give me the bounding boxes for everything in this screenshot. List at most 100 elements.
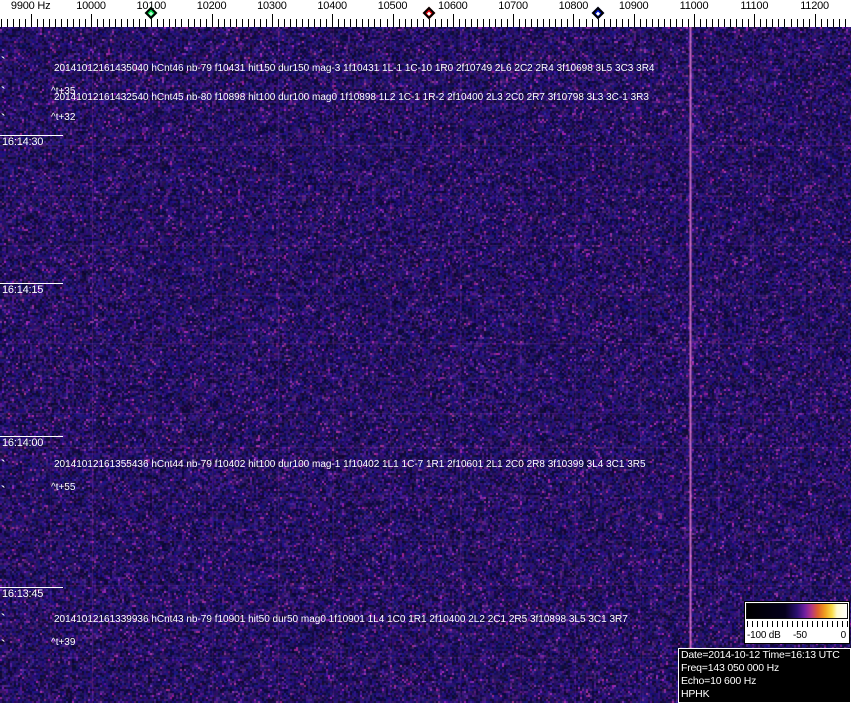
marker-blue-diamond-icon[interactable]: [591, 6, 604, 20]
freq-tick: [332, 14, 334, 27]
freq-tick: [573, 14, 575, 27]
marker-red-diamond-icon[interactable]: [422, 6, 436, 20]
freq-tick: [36, 19, 38, 27]
freq-tick: [42, 19, 44, 27]
freq-tick: [561, 19, 563, 27]
edge-tick: `: [1, 611, 6, 626]
freq-tick: [452, 14, 454, 27]
freq-tick: [814, 14, 816, 27]
freq-tick: [91, 14, 92, 27]
freq-tick: [320, 19, 322, 27]
freq-tick: [18, 19, 20, 27]
freq-tick: [464, 19, 466, 27]
freq-tick: [265, 19, 267, 27]
scale-tick: [792, 621, 793, 627]
echo-detection-text: 20141012161339936 hCnt43 nb-79 f10901 hi…: [54, 614, 628, 625]
freq-tick: [694, 14, 695, 27]
freq-tick: [296, 19, 297, 27]
freq-tick: [681, 19, 683, 27]
freq-tick: [302, 19, 303, 27]
scale-tick: [827, 621, 828, 627]
freq-tick: [163, 19, 165, 27]
freq-tick: [338, 19, 340, 27]
freq-tick: [380, 19, 382, 27]
freq-tick: [115, 19, 117, 27]
freq-label: 9900 Hz: [10, 0, 51, 12]
freq-tick: [772, 19, 774, 27]
freq-tick: [235, 19, 237, 27]
time-offset-label: ^t+55: [51, 482, 76, 493]
edge-tick: `: [1, 637, 6, 652]
freq-tick: [103, 19, 105, 27]
freq-tick: [796, 19, 798, 27]
freq-tick: [284, 19, 285, 27]
echo-detection-text: 20141012161435040 hCnt46 nb-79 f10431 hi…: [54, 63, 655, 74]
freq-tick: [742, 19, 744, 27]
freq-tick: [175, 19, 177, 27]
scale-label-min: -100 dB: [747, 630, 781, 641]
freq-tick: [374, 19, 376, 27]
freq-tick: [748, 19, 750, 27]
freq-tick: [501, 19, 502, 27]
freq-tick: [507, 19, 509, 27]
spectrogram-waterfall-display: [0, 27, 851, 703]
time-label: 16:14:30: [2, 136, 44, 148]
freq-tick: [760, 19, 762, 27]
scale-tick: [752, 621, 753, 627]
freq-tick: [54, 19, 56, 27]
scale-tick: [817, 621, 818, 627]
freq-tick: [139, 19, 141, 27]
freq-label: 11000: [679, 0, 709, 12]
freq-tick: [579, 19, 581, 27]
freq-tick: [609, 19, 611, 27]
freq-tick: [362, 19, 364, 27]
freq-tick: [495, 19, 496, 27]
freq-tick: [754, 14, 756, 27]
marker-center-dot: [426, 10, 431, 16]
freq-tick: [844, 19, 846, 27]
time-offset-label: ^t+32: [51, 112, 76, 123]
info-line: Freq=143 050 000 Hz: [681, 662, 780, 674]
freq-tick: [736, 19, 738, 27]
freq-tick: [525, 19, 527, 27]
freq-label: 10000: [76, 0, 106, 12]
freq-label: 10500: [377, 0, 408, 12]
freq-tick: [0, 19, 2, 27]
freq-tick: [688, 19, 689, 27]
scale-label-max: 0: [840, 630, 847, 641]
freq-tick: [133, 19, 135, 27]
scale-tick: [847, 621, 848, 627]
freq-tick: [603, 19, 605, 27]
time-offset-label: ^t+39: [51, 637, 76, 648]
freq-tick: [66, 19, 68, 27]
freq-tick: [832, 19, 834, 27]
freq-label: 10400: [317, 0, 347, 12]
freq-tick: [169, 19, 171, 27]
info-line: Date=2014-10-12 Time=16:13 UTC: [681, 649, 840, 661]
freq-tick: [458, 19, 460, 27]
echo-detection-text: 20141012161355436 hCnt44 nb-79 f10402 hi…: [54, 459, 646, 470]
freq-tick: [193, 19, 195, 27]
freq-tick: [555, 19, 557, 27]
time-label: 16:13:45: [2, 588, 44, 600]
freq-tick: [187, 19, 189, 27]
freq-tick: [344, 19, 346, 27]
scale-tick: [842, 621, 843, 627]
scale-tick: [767, 621, 768, 627]
freq-tick: [24, 19, 26, 27]
freq-tick: [615, 19, 617, 27]
freq-tick: [591, 19, 593, 27]
color-gradient-bar: [746, 603, 848, 619]
marker-center-dot: [149, 10, 154, 16]
freq-tick: [121, 19, 123, 27]
marker-center-dot: [595, 10, 600, 16]
freq-tick: [543, 19, 545, 27]
freq-tick: [470, 19, 472, 27]
freq-tick: [597, 19, 599, 27]
db-color-scale: -100 dB -50 0: [744, 601, 850, 644]
freq-tick: [12, 19, 14, 27]
freq-tick: [808, 19, 810, 27]
freq-tick: [718, 19, 720, 27]
status-info-box: Date=2014-10-12 Time=16:13 UTC Freq=143 0…: [678, 648, 851, 703]
freq-tick: [820, 19, 822, 27]
